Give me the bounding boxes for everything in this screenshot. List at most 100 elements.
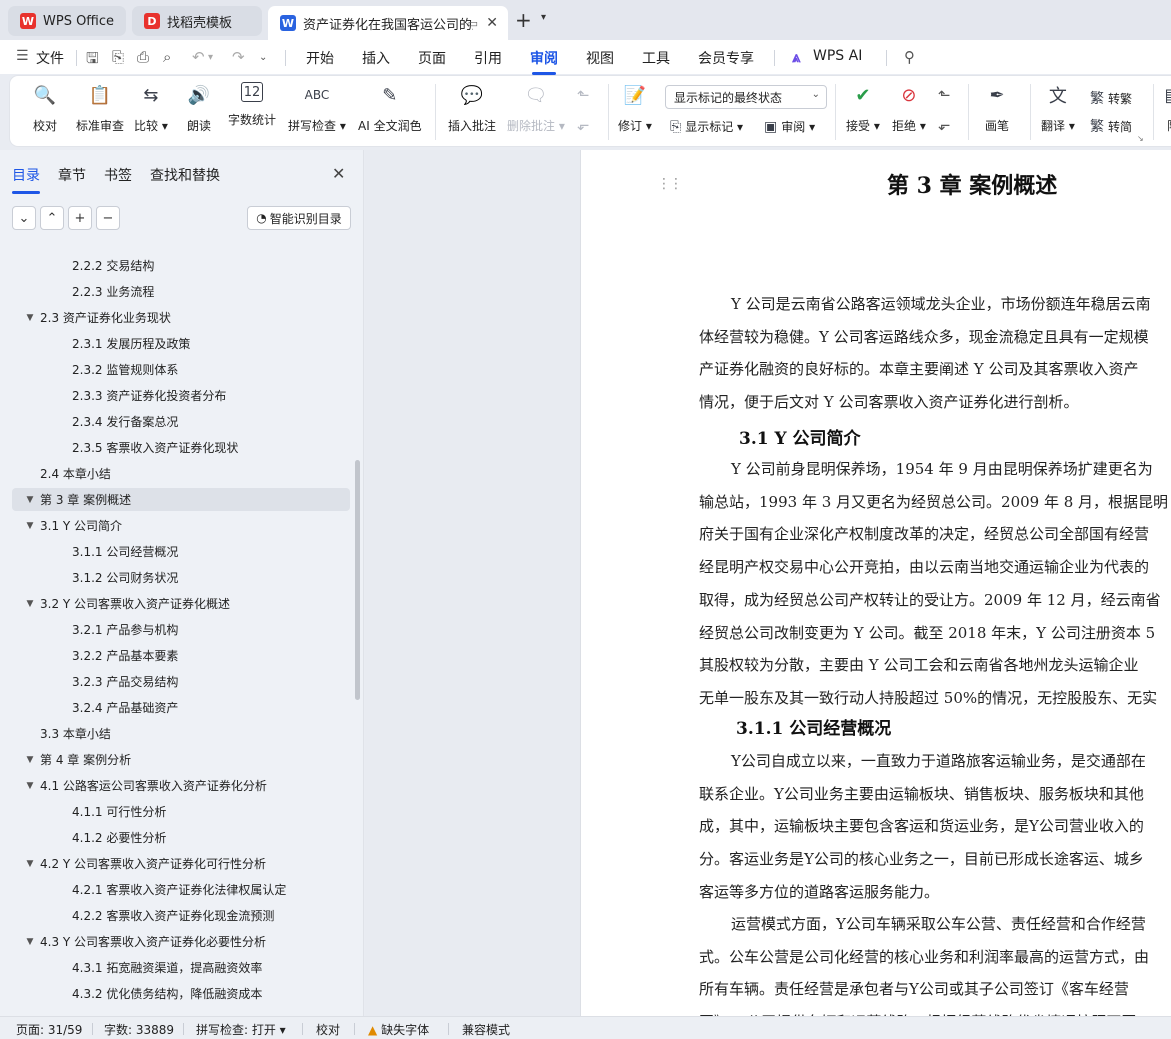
menu-wps-ai[interactable]: WPS AI — [813, 48, 862, 64]
toc-item[interactable]: 2.3.1 发展历程及政策 — [12, 332, 350, 355]
undo-dropdown-icon[interactable]: ▾ — [208, 52, 213, 63]
toc-item[interactable]: 2.3.2 监管规则体系 — [12, 358, 350, 381]
insert-comment-button[interactable]: 💬 插入批注 — [448, 82, 496, 134]
toc-item[interactable]: ▼ 2.3 资产证券化业务现状 — [12, 306, 350, 329]
toc-item[interactable]: 4.3.2 优化债务结构，降低融资成本 — [12, 982, 350, 1005]
reject-button[interactable]: ⊘ 拒绝 ▾ — [892, 82, 926, 134]
tab-toc[interactable]: 目录 — [12, 165, 40, 194]
menu-member[interactable]: 会员专享 — [698, 48, 754, 68]
display-mode-select[interactable]: 显示标记的最终状态 ⌄ — [665, 85, 827, 109]
toc-item[interactable]: 3.2.1 产品参与机构 — [12, 618, 350, 641]
expand-toggle-icon[interactable]: ▼ — [24, 781, 36, 791]
close-panel-icon[interactable]: ✕ — [332, 164, 345, 183]
ai-polish-button[interactable]: ✎ AI 全文润色 — [358, 82, 422, 134]
previous-comment-icon[interactable]: ⬑ — [577, 86, 590, 104]
toc-item[interactable]: 2.4 本章小结 — [12, 462, 350, 485]
tab-daoke-templates[interactable]: D 找稻壳模板 — [132, 6, 262, 36]
toc-item[interactable]: ▼ 3.1 Y 公司简介 — [12, 514, 350, 537]
to-traditional-button[interactable]: 繁 转繁 — [1090, 88, 1132, 108]
pen-button[interactable]: ✒ 画笔 — [984, 82, 1010, 134]
undo-icon[interactable]: ↶ — [192, 48, 205, 66]
toc-item[interactable]: 3.1.1 公司经营概况 — [12, 540, 350, 563]
page-indicator[interactable]: 页面: 31/59 — [16, 1021, 82, 1038]
expand-toggle-icon[interactable]: ▼ — [24, 521, 36, 531]
toc-item[interactable]: 3.2.2 产品基本要素 — [12, 644, 350, 667]
toc-item[interactable]: 3.2.4 产品基础资产 — [12, 696, 350, 719]
standard-review-button[interactable]: 📋 标准审查 — [76, 82, 124, 134]
tab-sections[interactable]: 章节 — [58, 165, 86, 185]
menu-tools[interactable]: 工具 — [642, 48, 670, 68]
redo-icon[interactable]: ↷ — [232, 48, 245, 66]
toc-item[interactable]: 2.3.5 客票收入资产证券化现状 — [12, 436, 350, 459]
expand-up-button[interactable]: ⌃ — [40, 206, 64, 230]
menu-view[interactable]: 视图 — [586, 48, 614, 68]
toc-item[interactable]: ▼ 4.1 公路客运公司客票收入资产证券化分析 — [12, 774, 350, 797]
panel-scrollbar[interactable] — [355, 460, 360, 700]
expand-toggle-icon[interactable]: ▼ — [24, 937, 36, 947]
print-preview-icon[interactable]: ⌕ — [163, 48, 171, 66]
menu-review[interactable]: 审阅 — [530, 48, 558, 75]
compare-button[interactable]: ⇆ 比较 ▾ — [134, 82, 168, 134]
word-count-status[interactable]: 字数: 33889 — [104, 1021, 174, 1038]
spell-check-status[interactable]: 拼写检查: 打开 ▾ — [196, 1021, 286, 1038]
spell-check-button[interactable]: ABC 拼写检查 ▾ — [288, 82, 346, 134]
to-simplified-button[interactable]: 繁 转简 — [1090, 116, 1132, 136]
toc-item[interactable]: 4.3.1 拓宽融资渠道，提高融资效率 — [12, 956, 350, 979]
menu-file[interactable]: 文件 — [36, 48, 64, 68]
track-changes-button[interactable]: 📝 修订 ▾ — [618, 82, 652, 134]
tab-document[interactable]: W 资产证券化在我国客运公司的应用 ▭ ✕ — [268, 6, 508, 40]
toc-item[interactable]: ▼ 第 4 章 案例分析 — [12, 748, 350, 771]
drag-handle-icon[interactable]: ⋮⋮ — [657, 176, 683, 192]
next-change-icon[interactable]: ⬐ — [938, 116, 951, 134]
toc-item[interactable]: ▼ 第 3 章 案例概述 — [12, 488, 350, 511]
tab-list-chevron-icon[interactable]: ▾ — [541, 12, 546, 23]
save-icon[interactable]: 🖫 — [86, 48, 99, 73]
document-page[interactable]: ⋮⋮ 第 3 章 案例概述 Y 公司是云南省公路客运领域龙头企业，市场份额连年稳… — [581, 150, 1171, 1016]
hamburger-menu-icon[interactable]: ☰ — [16, 48, 29, 64]
menu-insert[interactable]: 插入 — [362, 48, 390, 68]
review-pane-button[interactable]: ▣ 审阅 ▾ — [764, 118, 815, 135]
menu-start[interactable]: 开始 — [306, 48, 334, 68]
delete-comment-button[interactable]: 🗨 删除批注 ▾ — [507, 82, 565, 134]
word-count-button[interactable]: 12 字数统计 — [228, 82, 276, 128]
toc-item[interactable]: ▼ 4.2 Y 公司客票收入资产证券化可行性分析 — [12, 852, 350, 875]
toc-item[interactable]: 2.3.3 资产证券化投资者分布 — [12, 384, 350, 407]
search-icon[interactable]: ⚲ — [904, 48, 915, 66]
toc-item[interactable]: 4.1.1 可行性分析 — [12, 800, 350, 823]
tab-wps-office[interactable]: W WPS Office — [8, 6, 126, 36]
close-tab-icon[interactable]: ✕ — [486, 15, 498, 31]
tab-find-replace[interactable]: 查找和替换 — [150, 165, 220, 185]
toc-item[interactable]: ▼ 3.2 Y 公司客票收入资产证券化概述 — [12, 592, 350, 615]
previous-change-icon[interactable]: ⬑ — [938, 86, 951, 104]
toc-item[interactable]: 2.3.4 发行备案总况 — [12, 410, 350, 433]
show-markup-button[interactable]: ⎘ 显示标记 ▾ — [670, 118, 743, 135]
toc-item[interactable]: 4.2.2 客票收入资产证券化现金流预测 — [12, 904, 350, 927]
expand-toggle-icon[interactable]: ▼ — [24, 495, 36, 505]
toc-item[interactable]: 3.1.2 公司财务状况 — [12, 566, 350, 589]
toc-item[interactable]: 3.3 本章小结 — [12, 722, 350, 745]
proof-status[interactable]: 校对 — [316, 1021, 340, 1038]
limit-button[interactable]: ▤ 限 — [1160, 82, 1171, 134]
menu-reference[interactable]: 引用 — [474, 48, 502, 68]
toc-item[interactable]: 4.2.1 客票收入资产证券化法律权属认定 — [12, 878, 350, 901]
accept-button[interactable]: ✔ 接受 ▾ — [846, 82, 880, 134]
add-heading-button[interactable]: + — [68, 206, 92, 230]
toc-item[interactable]: 3.2.3 产品交易结构 — [12, 670, 350, 693]
remove-heading-button[interactable]: − — [96, 206, 120, 230]
new-tab-button[interactable]: + — [515, 8, 532, 32]
menu-page[interactable]: 页面 — [418, 48, 446, 68]
expand-toggle-icon[interactable]: ▼ — [24, 859, 36, 869]
tab-bookmarks[interactable]: 书签 — [104, 165, 132, 185]
read-aloud-button[interactable]: 🔊 朗读 — [186, 82, 212, 134]
next-comment-icon[interactable]: ⬐ — [577, 116, 590, 134]
expand-toggle-icon[interactable]: ▼ — [24, 755, 36, 765]
expand-ribbon-icon[interactable]: ↘ — [1137, 134, 1144, 143]
toc-item[interactable]: 2.2.3 业务流程 — [12, 280, 350, 303]
toc-item[interactable]: ▼ 4.3 Y 公司客票收入资产证券化必要性分析 — [12, 930, 350, 953]
missing-font-status[interactable]: ▲ 缺失字体 — [368, 1021, 429, 1038]
collapse-all-button[interactable]: ⌄ — [12, 206, 36, 230]
expand-toggle-icon[interactable]: ▼ — [24, 313, 36, 323]
toc-item[interactable]: 2.2.2 交易结构 — [12, 254, 350, 277]
monitor-icon[interactable]: ▭ — [468, 17, 478, 30]
share-icon[interactable]: ⎘ — [112, 48, 124, 66]
